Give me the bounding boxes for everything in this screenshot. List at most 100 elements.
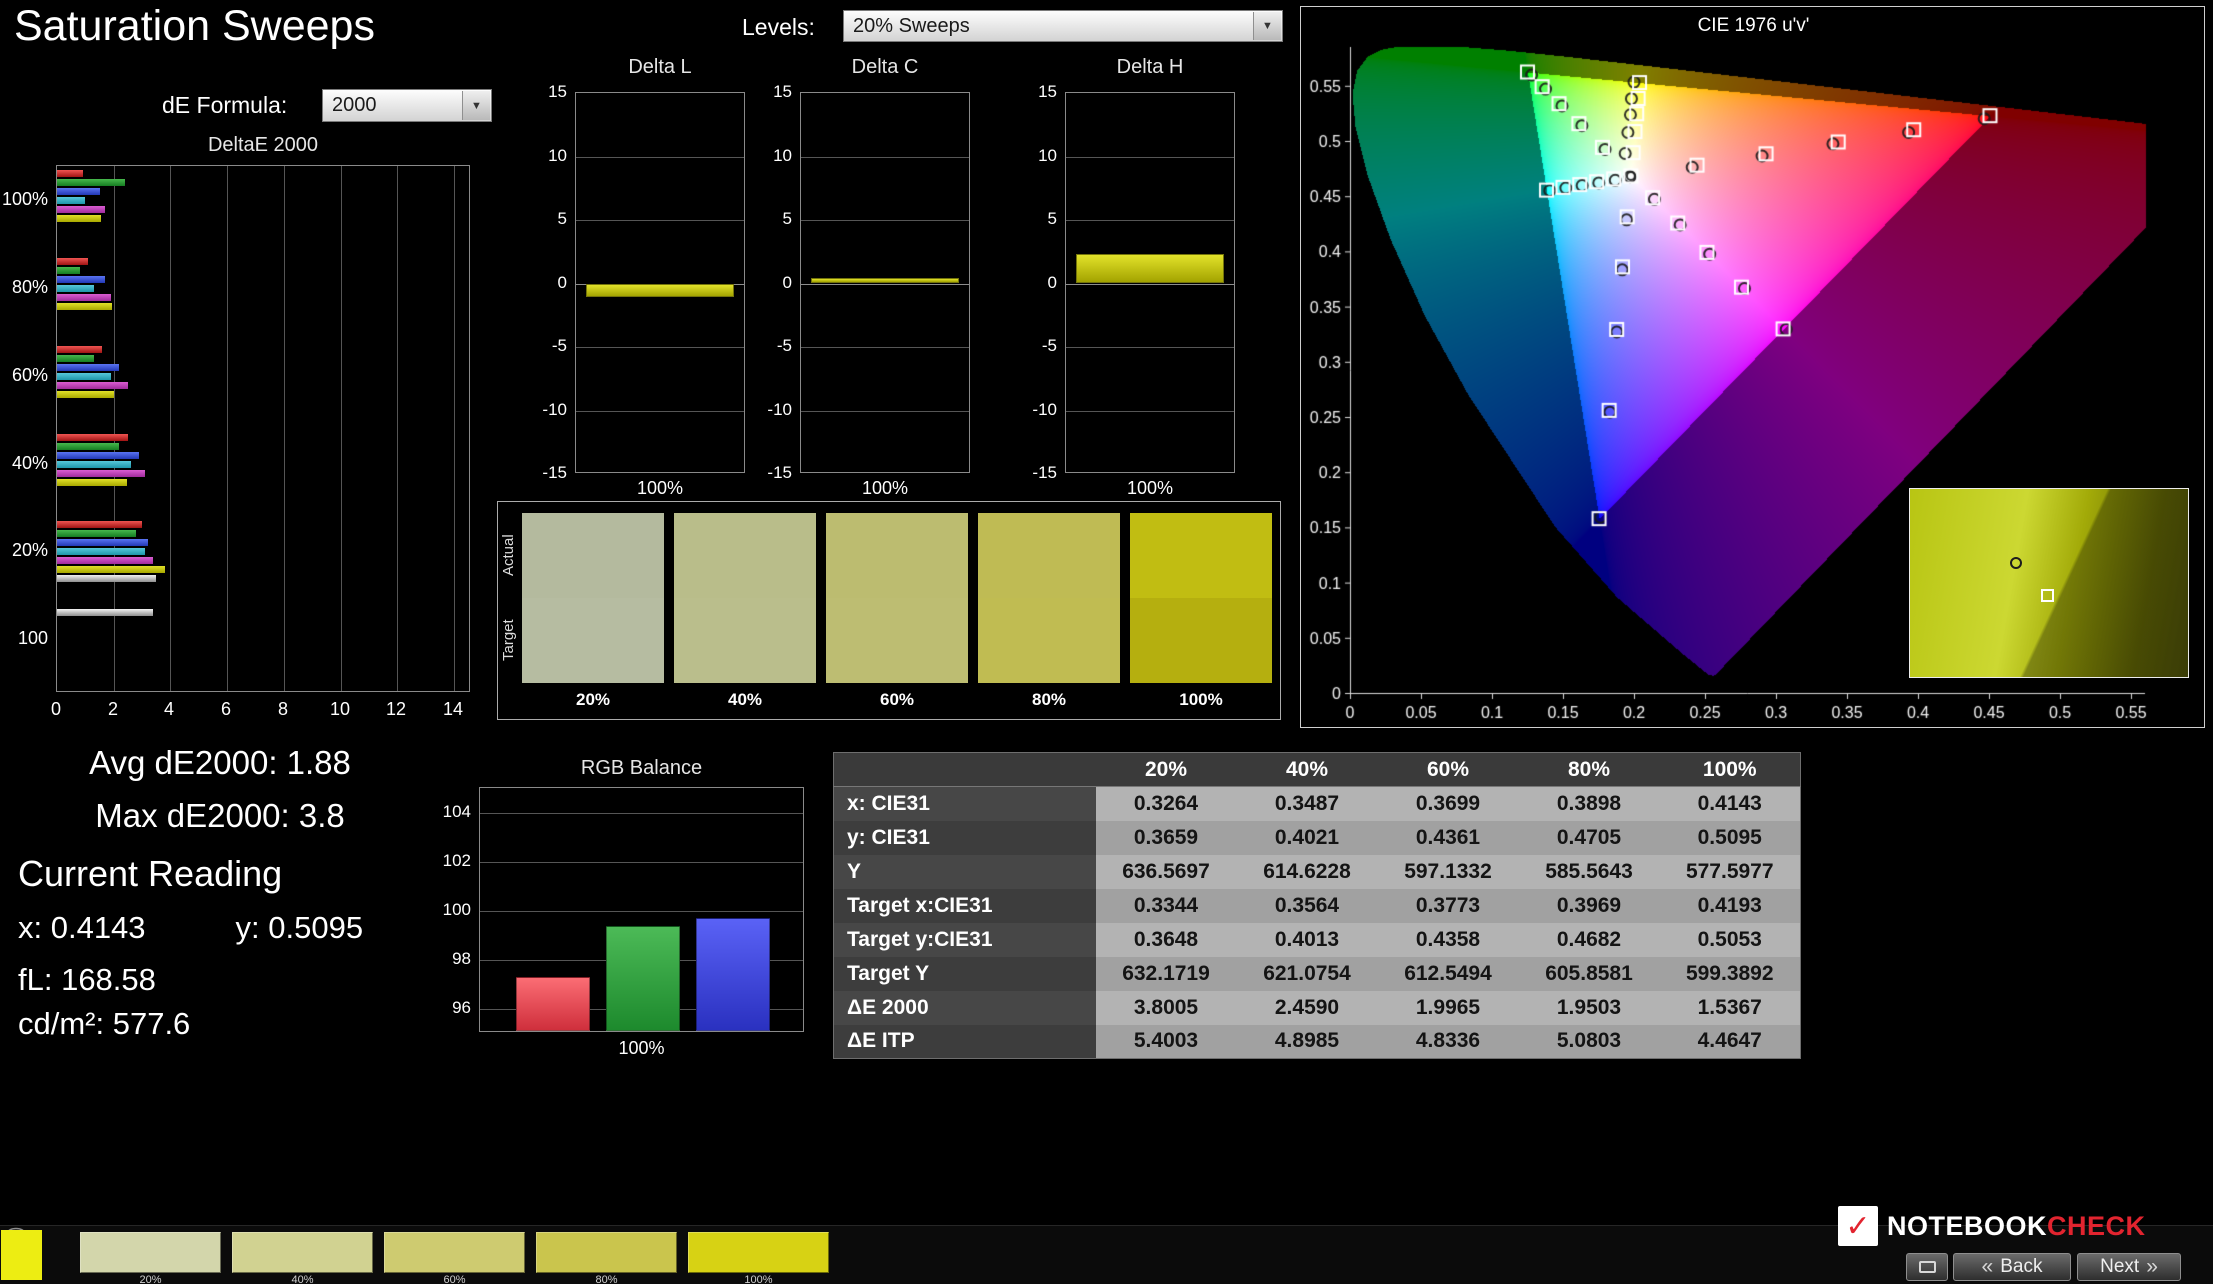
value-cell: 0.3773: [1378, 889, 1519, 923]
deltae-bar-red: [57, 170, 83, 177]
value-cell: 0.3344: [1096, 889, 1237, 923]
rgb-bar-G: [606, 926, 680, 1031]
table-header-row: 20%40%60%80%100%: [834, 753, 1801, 787]
notebookcheck-wordmark: NOTEBOOKCHECK: [1887, 1211, 2146, 1242]
value-cell: 0.4193: [1660, 889, 1801, 923]
value-cell: 0.4361: [1378, 821, 1519, 855]
x-tick-label: 6: [211, 699, 241, 720]
value-cell: 614.6228: [1237, 855, 1378, 889]
y-tick-label: 0: [527, 273, 567, 293]
delta-h-xlabel: 100%: [1065, 478, 1235, 499]
swatch-actual-40%: [674, 513, 816, 598]
value-cell: 5.0803: [1519, 1025, 1660, 1059]
deltae-bar-yellow: [57, 303, 112, 310]
y-tick-label: 98: [425, 949, 471, 969]
x-tick-label: 14: [438, 699, 468, 720]
grid-line: [397, 166, 398, 691]
back-button[interactable]: «Back: [1953, 1253, 2071, 1281]
table-row: Target y:CIE310.36480.40130.43580.46820.…: [834, 923, 1801, 957]
table-row: Y636.5697614.6228597.1332585.5643577.597…: [834, 855, 1801, 889]
saturation-patch-40%[interactable]: [232, 1232, 373, 1273]
deltae-bar-cyan: [57, 197, 85, 204]
rgb-balance-frame: [479, 787, 804, 1032]
x-tick-label: 10: [325, 699, 355, 720]
delta-l-bar: [586, 284, 734, 297]
delta-h-title: Delta H: [1035, 56, 1265, 79]
deltae-bar-yellow: [57, 215, 101, 222]
y-tick-label: 5: [752, 209, 792, 229]
deltae-bar-cyan: [57, 548, 145, 555]
inset-gamut-shade: [1910, 489, 2188, 677]
levels-dropdown[interactable]: 20% Sweeps ▼: [843, 10, 1283, 42]
y-tick-label: -10: [1017, 400, 1057, 420]
y-tick-label: 10: [1017, 146, 1057, 166]
grid-line: [801, 157, 969, 158]
patch-label: 20%: [80, 1274, 221, 1284]
value-cell: 0.4358: [1378, 923, 1519, 957]
x-tick-label: 8: [268, 699, 298, 720]
value-cell: 599.3892: [1660, 957, 1801, 991]
y-tick-label: -15: [1017, 463, 1057, 483]
group-label: 80%: [0, 277, 48, 298]
grid-line: [284, 166, 285, 691]
value-cell: 0.3898: [1519, 787, 1660, 821]
deltae-bar-yellow: [57, 391, 114, 398]
chevron-down-icon[interactable]: ▼: [1253, 12, 1281, 40]
group-label: 60%: [0, 365, 48, 386]
y-tick-label: -5: [1017, 336, 1057, 356]
table-header-cell: 80%: [1519, 753, 1660, 787]
grid-line: [1066, 157, 1234, 158]
row-label-cell: Y: [834, 855, 1096, 889]
deltae-bar-green: [57, 355, 94, 362]
value-cell: 5.4003: [1096, 1025, 1237, 1059]
deltae-bar-blue: [57, 364, 119, 371]
x-tick-label: 12: [381, 699, 411, 720]
table-row: x: CIE310.32640.34870.36990.38980.4143: [834, 787, 1801, 821]
swatch-label: 80%: [978, 690, 1120, 710]
y-tick-label: 15: [1017, 82, 1057, 102]
table-row: y: CIE310.36590.40210.43610.47050.5095: [834, 821, 1801, 855]
deltae-bar-red: [57, 346, 102, 353]
grid-line: [227, 166, 228, 691]
saturation-patch-80%[interactable]: [536, 1232, 677, 1273]
table-header-cell: [834, 753, 1096, 787]
levels-label: Levels:: [742, 14, 815, 41]
delta-l-frame: [575, 92, 745, 473]
value-cell: 0.4705: [1519, 821, 1660, 855]
value-cell: 597.1332: [1378, 855, 1519, 889]
y-tick-label: -10: [527, 400, 567, 420]
saturation-patch-20%[interactable]: [80, 1232, 221, 1273]
table-header-cell: 100%: [1660, 753, 1801, 787]
current-reading-heading: Current Reading: [18, 853, 282, 895]
swatch-label: 60%: [826, 690, 968, 710]
next-button[interactable]: Next»: [2077, 1253, 2181, 1281]
deltae-bar-green: [57, 267, 80, 274]
y-tick-label: -15: [752, 463, 792, 483]
current-xy-reading: x: 0.4143y: 0.5095: [18, 910, 363, 946]
value-cell: 4.4647: [1660, 1025, 1801, 1059]
y-tick-label: 10: [752, 146, 792, 166]
value-cell: 0.4682: [1519, 923, 1660, 957]
deltae-bar-magenta: [57, 206, 105, 213]
screen-toggle-button[interactable]: [1906, 1253, 1948, 1281]
row-label-cell: ΔE ITP: [834, 1025, 1096, 1059]
patch-label: 80%: [536, 1274, 677, 1284]
x-reading: x: 0.4143: [18, 910, 146, 945]
y-tick-label: 5: [527, 209, 567, 229]
value-cell: 2.4590: [1237, 991, 1378, 1025]
y-tick-label: 10: [527, 146, 567, 166]
row-label-cell: Target Y: [834, 957, 1096, 991]
deltae-chart-frame: [56, 165, 470, 692]
value-cell: 3.8005: [1096, 991, 1237, 1025]
table-row: ΔE 20003.80052.45901.99651.95031.5367: [834, 991, 1801, 1025]
rgb-bar-R: [516, 977, 590, 1031]
de-formula-dropdown[interactable]: 2000 ▼: [322, 89, 492, 122]
chevron-down-icon[interactable]: ▼: [462, 91, 490, 120]
table-row: Target x:CIE310.33440.35640.37730.39690.…: [834, 889, 1801, 923]
page-title: Saturation Sweeps: [14, 2, 375, 51]
saturation-patch-100%[interactable]: [688, 1232, 829, 1273]
target-point-marker: [2041, 589, 2054, 602]
saturation-patch-60%[interactable]: [384, 1232, 525, 1273]
value-cell: 577.5977: [1660, 855, 1801, 889]
delta-c-title: Delta C: [770, 56, 1000, 79]
